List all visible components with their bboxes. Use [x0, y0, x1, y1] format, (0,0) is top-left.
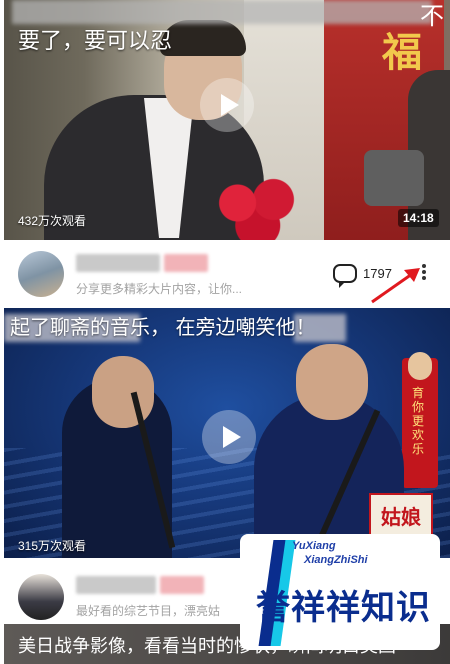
watermark-chinese: 誉祥祥知识: [256, 588, 431, 628]
watermark-latin: XiangZhiShi: [304, 554, 368, 566]
video-thumbnail-2[interactable]: 育你更欢乐 姑娘 起了聊斋的音乐， 在旁边嘲笑他！ 315万次观看: [4, 308, 450, 558]
scene-performer-right-head: [296, 344, 368, 420]
play-button[interactable]: [202, 410, 256, 464]
author-badge: [160, 576, 204, 594]
scene-groom-hair: [160, 20, 246, 56]
video-description: 分享更多精彩大片内容，让你...: [76, 282, 243, 296]
avatar[interactable]: [18, 574, 64, 620]
scene-performer-left-head: [92, 356, 154, 428]
video-duration: 14:18: [398, 209, 439, 227]
avatar[interactable]: [18, 251, 64, 297]
author-name[interactable]: [76, 254, 160, 272]
caption-blur-mask: [12, 0, 432, 24]
watermark-logo: YuXiang XiangZhiShi 誉祥祥知识: [240, 534, 440, 650]
show-logo-text: 姑娘: [381, 505, 421, 529]
close-icon[interactable]: 不: [420, 0, 444, 31]
play-button[interactable]: [200, 78, 254, 132]
view-count: 315万次观看: [18, 539, 87, 553]
annotation-arrow: [371, 268, 420, 304]
video-title: 要了，要可以忍: [18, 28, 173, 53]
scene-banner-face: [408, 352, 432, 380]
author-badge: [164, 254, 208, 272]
scene-roses: [204, 175, 316, 240]
watermark-latin: YuXiang: [292, 540, 336, 552]
comment-icon[interactable]: [333, 264, 357, 288]
author-name[interactable]: [76, 576, 156, 594]
play-icon: [220, 94, 239, 116]
banner-text: 育你更欢乐: [412, 386, 425, 456]
scene-gun: [364, 150, 424, 206]
video-thumbnail-1[interactable]: 福 要了，要可以忍 不 432万次观看 14:18: [4, 0, 450, 240]
play-icon: [222, 426, 241, 448]
video-title: 起了聊斋的音乐， 在旁边嘲笑他！: [10, 317, 316, 339]
view-count: 432万次观看: [18, 214, 87, 228]
video-description: 最好看的综艺节目，漂亮姑: [76, 604, 221, 618]
